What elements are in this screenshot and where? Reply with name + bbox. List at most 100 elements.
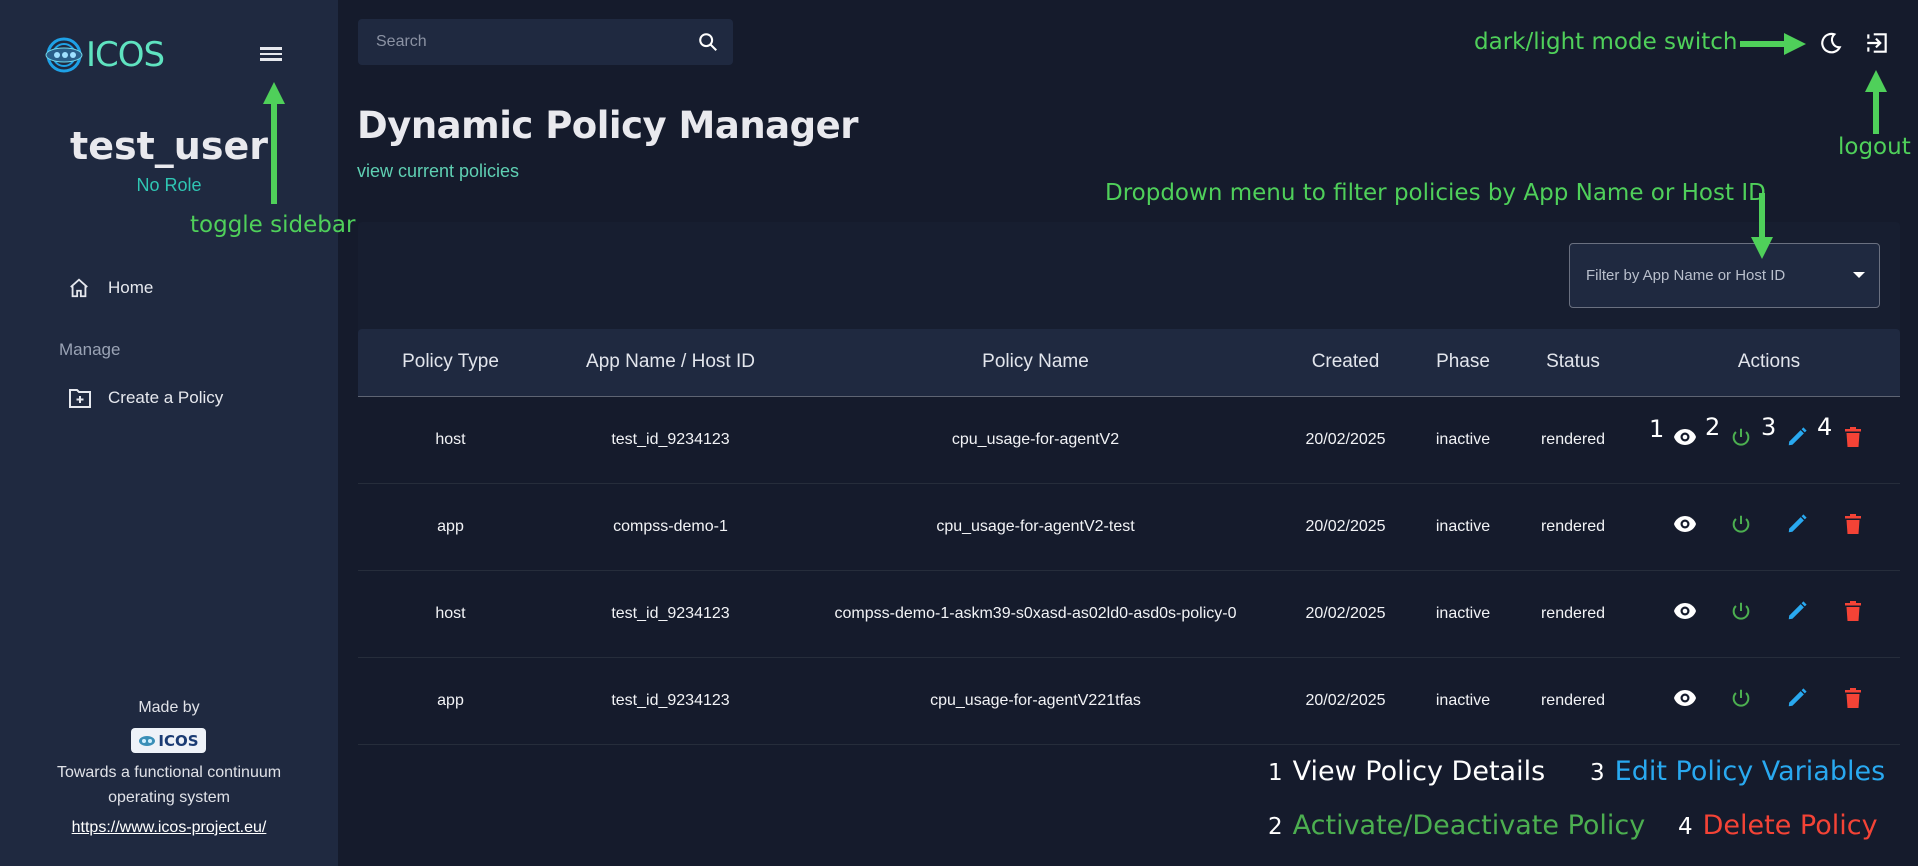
cell-phase: inactive: [1418, 570, 1508, 658]
pencil-icon: [1786, 600, 1808, 627]
cell-actions: [1638, 483, 1900, 571]
view-policy-button[interactable]: [1657, 602, 1713, 625]
policies-table: Policy Type App Name / Host ID Policy Na…: [358, 329, 1900, 745]
table-row: app test_id_9234123 cpu_usage-for-agentV…: [358, 657, 1900, 745]
legend-label: Activate/Deactivate Policy: [1292, 810, 1646, 841]
cell-policy-type: host: [358, 396, 543, 484]
column-header-policy-type[interactable]: Policy Type: [358, 329, 543, 397]
delete-policy-button[interactable]: [1825, 687, 1881, 714]
cell-target: test_id_9234123: [543, 570, 798, 658]
search-input[interactable]: [376, 33, 676, 51]
action-number: 2: [1705, 413, 1721, 441]
user-role: No Role: [136, 175, 202, 195]
sidebar-item-create-policy[interactable]: Create a Policy: [60, 378, 320, 418]
legend-item-delete: 4 Delete Policy: [1678, 810, 1878, 841]
annotation-dropdown: Dropdown menu to filter policies by App …: [1105, 180, 1766, 206]
toggle-policy-button[interactable]: [1713, 687, 1769, 714]
legend-number: 1: [1268, 760, 1283, 786]
view-policy-button[interactable]: [1657, 515, 1713, 538]
column-header-created[interactable]: Created: [1273, 329, 1418, 397]
view-policy-button[interactable]: [1657, 689, 1713, 712]
toggle-sidebar-button[interactable]: [258, 44, 284, 64]
edit-policy-button[interactable]: [1769, 687, 1825, 714]
cell-status: rendered: [1508, 483, 1638, 571]
action-number: 4: [1817, 413, 1833, 441]
icos-logo[interactable]: ICOS: [44, 35, 184, 75]
sidebar-item-label: Create a Policy: [108, 388, 224, 407]
cell-policy-name: cpu_usage-for-agentV2-test: [798, 483, 1273, 571]
edit-policy-button[interactable]: [1769, 600, 1825, 627]
table-row: app compss-demo-1 cpu_usage-for-agentV2-…: [358, 483, 1900, 571]
icos-logo-icon: [45, 37, 83, 73]
cell-phase: inactive: [1418, 657, 1508, 745]
cell-target: compss-demo-1: [543, 483, 798, 571]
cell-created: 20/02/2025: [1273, 657, 1418, 745]
toggle-policy-button[interactable]: [1713, 600, 1769, 627]
cell-phase: inactive: [1418, 483, 1508, 571]
moon-icon[interactable]: [1818, 30, 1844, 56]
home-icon: [68, 277, 108, 299]
legend-number: 3: [1590, 760, 1605, 786]
power-icon: [1730, 687, 1752, 714]
legend-item-edit: 3 Edit Policy Variables: [1590, 756, 1885, 787]
section-label-manage: Manage: [59, 340, 121, 359]
legend-item-activate: 2 Activate/Deactivate Policy: [1268, 810, 1645, 841]
footer-logo-text: ICOS: [158, 731, 199, 750]
column-header-actions: Actions: [1638, 329, 1900, 397]
filter-placeholder: Filter by App Name or Host ID: [1586, 267, 1786, 284]
delete-policy-button[interactable]: [1825, 513, 1881, 540]
cell-created: 20/02/2025: [1273, 483, 1418, 571]
toggle-policy-button[interactable]: [1713, 513, 1769, 540]
legend-label: Edit Policy Variables: [1614, 756, 1886, 787]
folder-plus-icon: [68, 387, 108, 409]
search-bar: [358, 19, 733, 65]
column-header-app-name[interactable]: App Name / Host ID: [543, 329, 798, 397]
annotation-logout: logout: [1838, 134, 1911, 160]
sidebar-item-label: Home: [108, 278, 154, 297]
legend-number: 2: [1268, 814, 1283, 840]
eye-icon: [1673, 602, 1697, 625]
menu-icon-bar: [260, 58, 282, 61]
pencil-icon: [1786, 426, 1808, 453]
annotation-arrow-right-icon: [1740, 33, 1806, 55]
pencil-icon: [1786, 687, 1808, 714]
cell-policy-name: cpu_usage-for-agentV221tfas: [798, 657, 1273, 745]
eye-icon: [1673, 515, 1697, 538]
filter-dropdown[interactable]: Filter by App Name or Host ID: [1569, 243, 1880, 308]
annotation-arrow-up-icon: [1865, 70, 1887, 134]
cell-phase: inactive: [1418, 396, 1508, 484]
edit-policy-button[interactable]: [1769, 513, 1825, 540]
eye-icon: [1673, 689, 1697, 712]
cell-actions: [1638, 570, 1900, 658]
delete-policy-button[interactable]: 4: [1817, 413, 1881, 453]
trash-icon: [1844, 426, 1862, 453]
pencil-icon: [1786, 513, 1808, 540]
cell-policy-name: compss-demo-1-askm39-s0xasd-as02ld0-asd0…: [798, 570, 1273, 658]
cell-status: rendered: [1508, 396, 1638, 484]
legend-label: Delete Policy: [1702, 810, 1878, 841]
caret-down-icon: [1853, 272, 1865, 278]
eye-icon: [1673, 428, 1697, 451]
footer-icos-logo: ICOS: [131, 728, 206, 753]
cell-created: 20/02/2025: [1273, 570, 1418, 658]
icos-logo-icon: [139, 735, 156, 746]
action-number: 3: [1761, 413, 1777, 441]
project-link[interactable]: https://www.icos-project.eu/: [0, 819, 338, 837]
column-header-phase[interactable]: Phase: [1418, 329, 1508, 397]
column-header-policy-name[interactable]: Policy Name: [798, 329, 1273, 397]
user-name: test_user: [70, 124, 268, 168]
sidebar-item-home[interactable]: Home: [60, 268, 320, 308]
logo-text: ICOS: [86, 35, 165, 75]
annotation-mode-switch: dark/light mode switch: [1474, 29, 1738, 55]
column-header-status[interactable]: Status: [1508, 329, 1638, 397]
search-icon[interactable]: [697, 31, 719, 53]
cell-created: 20/02/2025: [1273, 396, 1418, 484]
menu-icon-bar: [260, 47, 282, 50]
power-icon: [1730, 513, 1752, 540]
table-row: host test_id_9234123 cpu_usage-for-agent…: [358, 396, 1900, 484]
delete-policy-button[interactable]: [1825, 600, 1881, 627]
annotation-toggle-sidebar: toggle sidebar: [190, 212, 356, 238]
view-current-policies-link[interactable]: view current policies: [357, 161, 519, 182]
power-icon: [1730, 600, 1752, 627]
logout-icon[interactable]: [1864, 30, 1890, 56]
